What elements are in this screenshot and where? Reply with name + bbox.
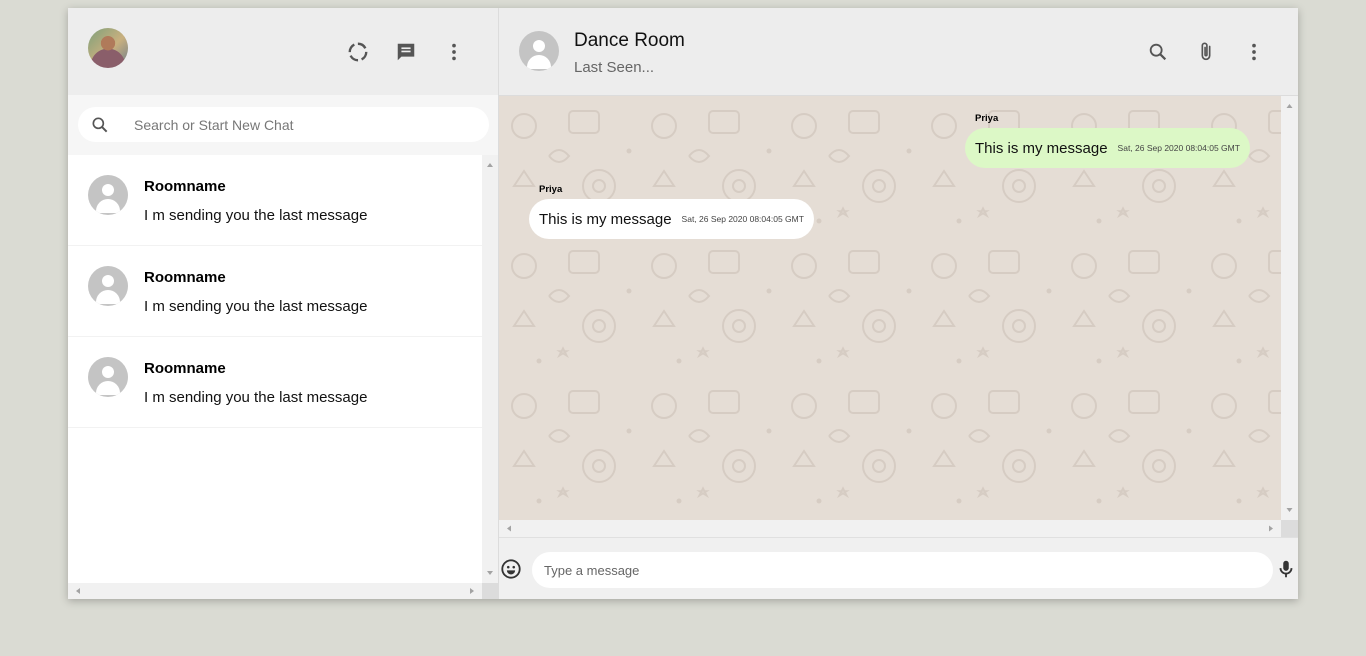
scroll-down-arrow-icon[interactable]	[482, 565, 498, 581]
status-icon[interactable]	[346, 40, 370, 64]
new-chat-icon[interactable]	[394, 40, 418, 64]
last-message: I m sending you the last message	[144, 207, 368, 224]
chat-pane: Dance Room Last Seen... Priya This is my…	[499, 8, 1298, 599]
chat-horizontal-scrollbar[interactable]	[499, 520, 1281, 537]
more-vert-icon[interactable]	[1242, 40, 1266, 64]
chat-list-item[interactable]: Roomname I m sending you the last messag…	[68, 337, 482, 428]
chat-list-item[interactable]: Roomname I m sending you the last messag…	[68, 155, 482, 246]
message-bubble-sent[interactable]: This is my message Sat, 26 Sep 2020 08:0…	[965, 128, 1250, 168]
chat-header: Dance Room Last Seen...	[499, 8, 1298, 96]
sidebar-vertical-scrollbar[interactable]	[482, 155, 498, 583]
scroll-right-arrow-icon[interactable]	[1263, 520, 1279, 537]
chat-room-name: Dance Room	[574, 30, 685, 51]
room-avatar-icon[interactable]	[519, 31, 559, 71]
message-sender: Priya	[539, 184, 563, 195]
chat-body: Priya This is my message Sat, 26 Sep 202…	[499, 96, 1298, 537]
mic-icon[interactable]	[1275, 557, 1297, 581]
message-bubble-received[interactable]: This is my message Sat, 26 Sep 2020 08:0…	[529, 199, 814, 239]
scroll-corner	[1281, 520, 1298, 537]
message-text: This is my message	[975, 139, 1108, 157]
last-message: I m sending you the last message	[144, 389, 368, 406]
message-timestamp: Sat, 26 Sep 2020 08:04:05 GMT	[1117, 143, 1240, 153]
message-timestamp: Sat, 26 Sep 2020 08:04:05 GMT	[681, 214, 804, 224]
room-name: Roomname	[144, 178, 226, 195]
scroll-up-arrow-icon[interactable]	[1281, 98, 1298, 114]
search-box	[78, 107, 489, 142]
scroll-left-arrow-icon[interactable]	[70, 583, 86, 599]
sidebar: Roomname I m sending you the last messag…	[68, 8, 499, 599]
room-avatar-icon	[88, 175, 128, 215]
chat-room-status: Last Seen...	[574, 59, 655, 76]
message-input-box	[532, 552, 1273, 588]
chat-vertical-scrollbar[interactable]	[1281, 96, 1298, 520]
room-avatar-icon	[88, 357, 128, 397]
message-input[interactable]	[542, 561, 1246, 579]
user-avatar[interactable]	[88, 28, 128, 68]
message-text: This is my message	[539, 210, 672, 228]
sidebar-horizontal-scrollbar[interactable]	[68, 583, 482, 599]
scroll-left-arrow-icon[interactable]	[501, 520, 517, 537]
room-avatar-icon	[88, 266, 128, 306]
search-input[interactable]	[132, 115, 466, 134]
room-name: Roomname	[144, 360, 226, 377]
messages-area: Priya This is my message Sat, 26 Sep 202…	[499, 96, 1281, 520]
scroll-down-arrow-icon[interactable]	[1281, 502, 1298, 518]
chat-items: Roomname I m sending you the last messag…	[68, 155, 482, 583]
chat-list: Roomname I m sending you the last messag…	[68, 155, 498, 599]
emoji-icon[interactable]	[500, 558, 522, 580]
sidebar-header	[68, 8, 498, 95]
message-sender: Priya	[975, 113, 999, 124]
scroll-right-arrow-icon[interactable]	[464, 583, 480, 599]
search-bar-container	[68, 95, 498, 155]
room-name: Roomname	[144, 269, 226, 286]
attach-icon[interactable]	[1194, 40, 1218, 64]
scroll-corner	[482, 583, 498, 599]
search-icon	[90, 115, 110, 135]
scroll-up-arrow-icon[interactable]	[482, 157, 498, 173]
more-vert-icon[interactable]	[442, 40, 466, 64]
chat-footer	[499, 537, 1298, 599]
chat-app: Roomname I m sending you the last messag…	[68, 8, 1298, 599]
search-icon[interactable]	[1146, 40, 1170, 64]
last-message: I m sending you the last message	[144, 298, 368, 315]
chat-list-item[interactable]: Roomname I m sending you the last messag…	[68, 246, 482, 337]
